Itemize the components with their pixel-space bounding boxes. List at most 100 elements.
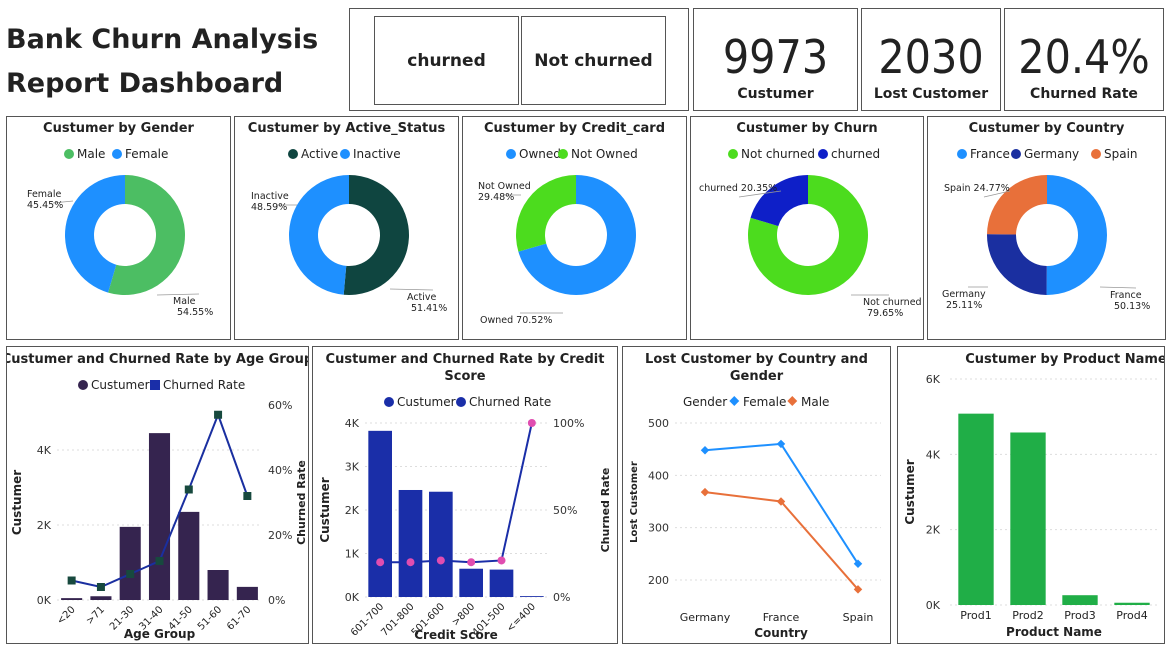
rate-marker	[214, 410, 223, 419]
lost-customer-line-svg: Lost Customer by Country and GenderGender…	[629, 352, 881, 640]
kpi-value: 20.4%	[1018, 30, 1150, 84]
kpi-churned-rate: 20.4% Churned Rate	[1004, 8, 1164, 111]
churn-slicer: churned Not churned	[349, 8, 689, 111]
bar	[1010, 432, 1046, 605]
y2-tick-label: 0%	[268, 594, 285, 607]
legend-marker	[64, 149, 74, 159]
leader-line	[156, 293, 200, 296]
bar	[119, 526, 141, 600]
chart-title: Custumer and Churned Rate by Age Group	[7, 352, 308, 367]
kpi-lost-customer: 2030 Lost Customer	[861, 8, 1001, 111]
slice-label: Active	[407, 292, 437, 303]
y-axis-title: Lost Customer	[629, 461, 640, 543]
bar	[489, 569, 514, 597]
legend-marker	[456, 397, 466, 407]
slice-pct: 48.59%	[251, 202, 287, 213]
x-tick-label: 51-60	[196, 604, 224, 632]
donut-slice	[987, 234, 1047, 295]
x-tick-label: France	[763, 611, 800, 624]
legend-label: Active	[301, 147, 338, 161]
bar	[520, 596, 544, 597]
rate-marker	[527, 419, 536, 427]
credit-score-combo-svg: Custumer and Churned Rate by Credit Score…	[318, 352, 612, 642]
y-tick-label: 0K	[345, 591, 360, 604]
bar	[90, 596, 112, 600]
legend-marker	[340, 149, 350, 159]
legend-label: churned	[831, 147, 880, 161]
slice-pct: 50.13%	[1114, 301, 1150, 312]
legend-marker	[384, 397, 394, 407]
slicer-option-not-churned[interactable]: Not churned	[521, 16, 666, 105]
bar	[368, 430, 392, 597]
slice-pct: 45.45%	[27, 200, 63, 211]
rate-marker	[155, 557, 164, 565]
x-tick-label: Spain	[843, 611, 874, 624]
rate-marker	[184, 485, 193, 494]
chart-title: Custumer by Active_Status	[248, 121, 446, 136]
rate-marker	[96, 583, 105, 591]
gender-donut-svg: Custumer by GenderMale FemaleMale54.55%Fe…	[27, 121, 213, 318]
age-group-combo-svg: Custumer and Churned Rate by Age Group Cu…	[2, 352, 313, 641]
legend-marker	[78, 380, 88, 390]
y2-tick-label: 60%	[268, 399, 292, 412]
slicer-option-churned[interactable]: churned	[374, 16, 519, 105]
legend-label: Owned	[519, 147, 561, 161]
chart-title: Custumer by Churn	[736, 121, 877, 136]
slice-pct: 25.11%	[946, 300, 982, 311]
bar	[61, 598, 83, 600]
chart-credit-card: Custumer by Credit_card Owned Not Owned Own…	[462, 116, 687, 340]
leader-line	[1099, 286, 1137, 289]
rate-marker	[406, 558, 415, 567]
legend-label: Male	[77, 147, 105, 161]
chart-title: Lost Customer by Country and	[645, 352, 868, 367]
x-axis-title: Age Group	[124, 627, 196, 641]
y-tick-label: 4K	[37, 444, 52, 457]
legend-label: France	[970, 147, 1010, 161]
rate-marker	[467, 558, 476, 567]
bar	[429, 491, 453, 597]
legend-label: Female	[743, 395, 786, 409]
chart-title: Custumer by Gender	[43, 121, 194, 136]
chart-title: Custumer and Churned Rate by Credit	[326, 352, 605, 367]
slice-pct: 54.55%	[177, 307, 213, 318]
rate-marker	[126, 570, 135, 578]
slice-label: Spain 24.77%	[944, 183, 1010, 194]
legend-marker	[957, 149, 967, 159]
y-tick-label: 6K	[926, 373, 941, 386]
y-axis-title: Custumer	[10, 470, 24, 535]
chart-title: Score	[444, 369, 485, 384]
slice-pct: 51.41%	[411, 303, 447, 314]
chart-lost-customer: Lost Customer by Country and Gender Gender…	[622, 346, 891, 644]
legend-label: Custumer	[91, 378, 150, 392]
slice-label: Not churned	[863, 297, 922, 308]
donut-slice	[288, 175, 349, 295]
y-tick-label: 4K	[345, 417, 360, 430]
legend-label: Spain	[1104, 147, 1138, 161]
chart-active-status: Custumer by Active_Status Active Inactive A…	[234, 116, 459, 340]
y-tick-label: 3K	[345, 461, 360, 474]
kpi-label: Lost Customer	[873, 86, 989, 102]
kpi-label: Churned Rate	[1030, 86, 1138, 102]
y2-axis-title: Churned Rate	[295, 460, 308, 545]
rate-marker	[497, 556, 506, 565]
legend-marker	[818, 149, 828, 159]
x-tick-label: 61-70	[225, 604, 253, 632]
dashboard-title: Bank Churn Analysis Report Dashboard	[6, 18, 318, 106]
legend-label: Churned Rate	[469, 395, 551, 409]
bar	[178, 511, 200, 600]
legend-label: Female	[125, 147, 168, 161]
series-line	[704, 491, 859, 591]
rate-marker	[67, 576, 76, 585]
y-tick-label: 0K	[926, 599, 941, 612]
leader-line	[389, 288, 434, 291]
chart-country: Custumer by Country France Germany Spain Fra…	[927, 116, 1166, 340]
country-donut-svg: Custumer by Country France Germany Spain Fra…	[942, 121, 1150, 312]
legend-label: Not Owned	[571, 147, 638, 161]
legend-label: Inactive	[353, 147, 401, 161]
chart-title: Custumer by Credit_card	[484, 121, 665, 136]
slice-label: Inactive	[251, 191, 289, 202]
chart-gender: Custumer by Gender Male Female Male 54.55% Fe…	[6, 116, 231, 340]
slice-label: Not Owned	[478, 181, 531, 192]
slice-label: Female	[27, 189, 62, 200]
kpi-value: 2030	[878, 30, 984, 84]
